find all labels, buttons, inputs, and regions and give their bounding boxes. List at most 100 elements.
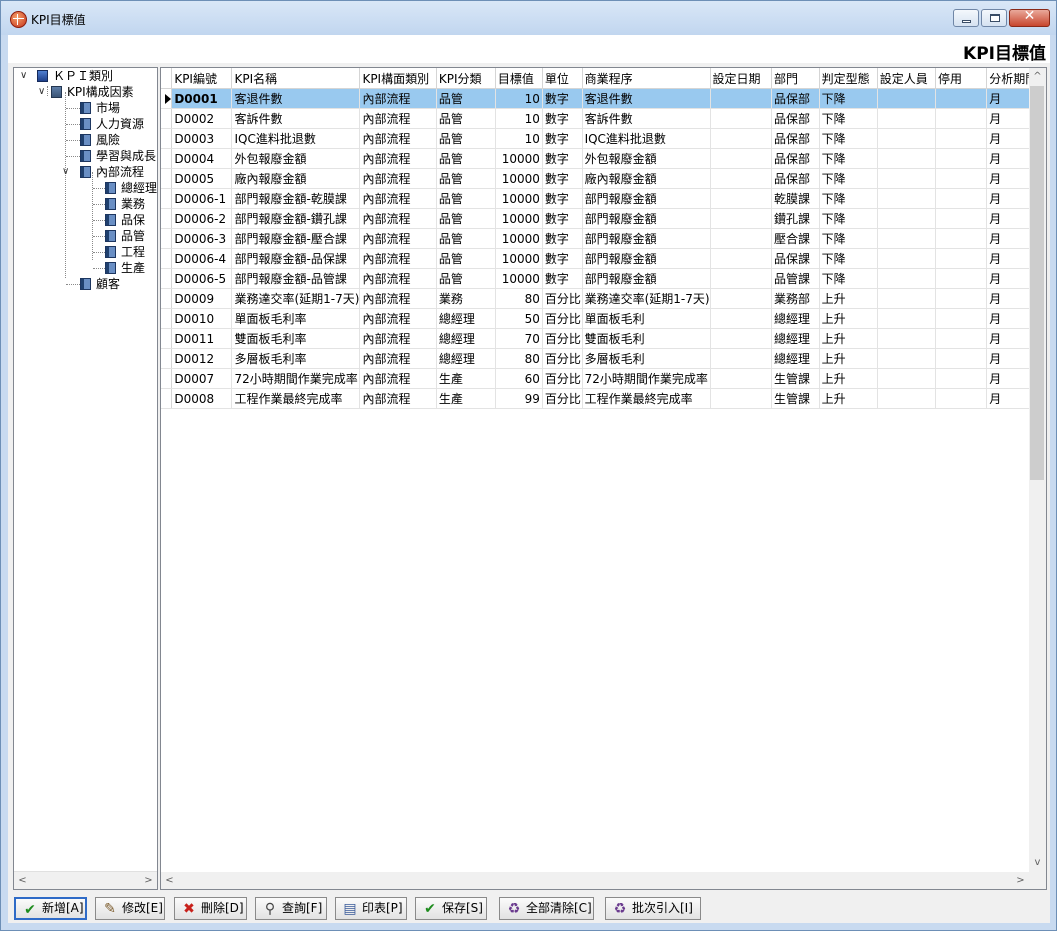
- table-cell[interactable]: D0006-1: [171, 188, 233, 209]
- table-cell[interactable]: 百分比: [542, 388, 583, 409]
- table-cell[interactable]: 內部流程: [359, 268, 437, 289]
- table-cell[interactable]: 內部流程: [359, 108, 437, 129]
- table-row[interactable]: D0012 多層板毛利率 內部流程 總經理 80 百分比 多層板毛利 總經理 上升月: [161, 348, 1046, 369]
- table-cell[interactable]: 業務部: [771, 288, 820, 309]
- table-cell[interactable]: 上升: [819, 388, 878, 409]
- table-cell[interactable]: [935, 288, 988, 309]
- table-cell[interactable]: 部門報廢金額: [582, 228, 711, 249]
- column-header[interactable]: 商業程序: [582, 68, 711, 89]
- table-cell[interactable]: 壓合課: [771, 228, 820, 249]
- table-cell[interactable]: [877, 328, 937, 349]
- table-cell[interactable]: D0006-2: [171, 208, 233, 229]
- table-cell[interactable]: [935, 248, 988, 269]
- table-cell[interactable]: [877, 208, 937, 229]
- table-cell[interactable]: 80: [495, 288, 543, 309]
- table-row[interactable]: D0009 業務達交率(延期1-7天) 內部流程 業務 80 百分比 業務達交率(延期1-7…: [161, 288, 1046, 309]
- kpi-grid[interactable]: KPI編號 KPI名稱 KPI構面類別 KPI分類 目標值 單位 商業程序 設定日期 部門 判定型…: [160, 67, 1047, 890]
- chevron-down-icon[interactable]: ∨: [20, 68, 31, 84]
- table-cell[interactable]: D0009: [171, 288, 233, 309]
- row-header[interactable]: [161, 288, 173, 309]
- table-cell[interactable]: [877, 268, 937, 289]
- table-cell[interactable]: 10000: [495, 268, 543, 289]
- row-header[interactable]: [161, 388, 173, 409]
- table-cell[interactable]: 品管: [436, 208, 496, 229]
- table-cell[interactable]: 品管: [436, 188, 496, 209]
- table-cell[interactable]: [935, 168, 988, 189]
- row-header[interactable]: [161, 148, 173, 169]
- table-cell[interactable]: 下降: [819, 228, 878, 249]
- table-cell[interactable]: 10000: [495, 248, 543, 269]
- table-cell[interactable]: 業務達交率(延期1-7天): [582, 288, 711, 309]
- grid-vertical-scrollbar[interactable]: ^ v: [1029, 68, 1046, 889]
- table-cell[interactable]: 下降: [819, 88, 878, 109]
- table-row[interactable]: D0011 雙面板毛利率 內部流程 總經理 70 百分比 雙面板毛利 總經理 上升月: [161, 328, 1046, 349]
- table-cell[interactable]: [877, 288, 937, 309]
- table-cell[interactable]: D0004: [171, 148, 233, 169]
- table-cell[interactable]: 內部流程: [359, 88, 437, 109]
- table-cell[interactable]: 上升: [819, 308, 878, 329]
- table-cell[interactable]: [710, 88, 773, 109]
- row-header[interactable]: [161, 168, 173, 189]
- table-cell[interactable]: 10000: [495, 148, 543, 169]
- table-cell[interactable]: 品管: [436, 268, 496, 289]
- table-cell[interactable]: [710, 148, 773, 169]
- table-cell[interactable]: 百分比: [542, 368, 583, 389]
- table-cell[interactable]: 內部流程: [359, 128, 437, 149]
- table-cell[interactable]: 下降: [819, 128, 878, 149]
- table-cell[interactable]: 工程作業最終完成率: [582, 388, 711, 409]
- print-button[interactable]: ▤ 印表[P]: [335, 897, 407, 920]
- table-cell[interactable]: D0007: [171, 368, 233, 389]
- table-cell[interactable]: 雙面板毛利率: [231, 328, 361, 349]
- table-cell[interactable]: 10: [495, 88, 543, 109]
- table-cell[interactable]: 10: [495, 128, 543, 149]
- table-cell[interactable]: 部門報廢金額-品管課: [231, 268, 361, 289]
- table-cell[interactable]: D0011: [171, 328, 233, 349]
- table-row[interactable]: D0003 IQC進料批退數 內部流程 品管 10 數字 IQC進料批退數 品保部 下降月: [161, 128, 1046, 149]
- column-header[interactable]: 停用: [935, 68, 988, 89]
- table-cell[interactable]: 下降: [819, 208, 878, 229]
- table-cell[interactable]: [710, 208, 773, 229]
- table-cell[interactable]: 上升: [819, 348, 878, 369]
- table-cell[interactable]: 50: [495, 308, 543, 329]
- table-cell[interactable]: 內部流程: [359, 208, 437, 229]
- table-cell[interactable]: 鑽孔課: [771, 208, 820, 229]
- table-row[interactable]: D0010 單面板毛利率 內部流程 總經理 50 百分比 單面板毛利 總經理 上升月: [161, 308, 1046, 329]
- minimize-button[interactable]: [953, 9, 979, 27]
- table-cell[interactable]: [935, 348, 988, 369]
- column-header[interactable]: KPI名稱: [231, 68, 361, 89]
- table-cell[interactable]: [710, 308, 773, 329]
- table-cell[interactable]: [935, 148, 988, 169]
- table-cell[interactable]: 數字: [542, 208, 583, 229]
- table-cell[interactable]: 客退件數: [231, 88, 361, 109]
- table-cell[interactable]: 外包報廢金額: [231, 148, 361, 169]
- category-tree[interactable]: ∨ ＫＰＩ類別 ∨ KPI構成因素 市場 人力資源 風險 學習與成長 ∨ 內部流…: [13, 67, 158, 890]
- row-header[interactable]: [161, 128, 173, 149]
- table-cell[interactable]: 內部流程: [359, 388, 437, 409]
- table-cell[interactable]: 內部流程: [359, 288, 437, 309]
- table-cell[interactable]: 品管: [436, 108, 496, 129]
- table-cell[interactable]: [877, 348, 937, 369]
- table-row[interactable]: D0006-3 部門報廢金額-壓合課 內部流程 品管 10000 數字 部門報廢金額 壓合課下…: [161, 228, 1046, 249]
- table-cell[interactable]: 品保部: [771, 128, 820, 149]
- table-cell[interactable]: 百分比: [542, 308, 583, 329]
- table-cell[interactable]: 總經理: [771, 328, 820, 349]
- table-cell[interactable]: [935, 368, 988, 389]
- table-cell[interactable]: 數字: [542, 228, 583, 249]
- table-cell[interactable]: 70: [495, 328, 543, 349]
- table-cell[interactable]: 總經理: [436, 348, 496, 369]
- delete-button[interactable]: ✖ 刪除[D]: [174, 897, 247, 920]
- table-cell[interactable]: 品管: [436, 228, 496, 249]
- table-row[interactable]: D0004 外包報廢金額 內部流程 品管 10000 數字 外包報廢金額 品保部 下降月: [161, 148, 1046, 169]
- table-cell[interactable]: [935, 268, 988, 289]
- table-cell[interactable]: 品保部: [771, 108, 820, 129]
- tree-horizontal-scrollbar[interactable]: < >: [14, 871, 157, 889]
- save-button[interactable]: ✔ 保存[S]: [415, 897, 487, 920]
- table-cell[interactable]: 數字: [542, 88, 583, 109]
- table-cell[interactable]: 數字: [542, 128, 583, 149]
- table-cell[interactable]: 生產: [436, 368, 496, 389]
- table-cell[interactable]: [710, 108, 773, 129]
- table-cell[interactable]: 下降: [819, 168, 878, 189]
- table-cell[interactable]: D0002: [171, 108, 233, 129]
- table-cell[interactable]: 外包報廢金額: [582, 148, 711, 169]
- column-header[interactable]: KPI分類: [436, 68, 496, 89]
